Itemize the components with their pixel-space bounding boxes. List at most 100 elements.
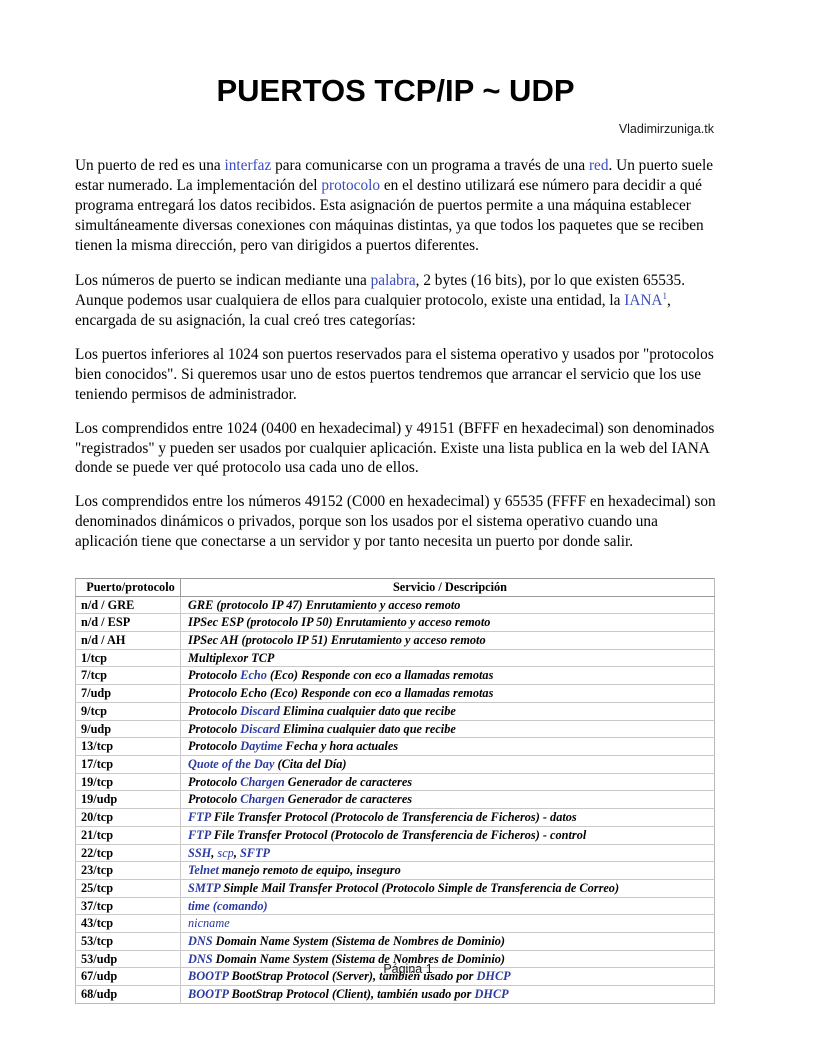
inline-link[interactable]: DNS [188,934,213,948]
cell-service: Protocolo Discard Elimina cualquier dato… [180,720,715,739]
document-body: PUERTOS TCP/IP ~ UDP Vladimirzuniga.tk U… [75,0,716,1004]
inline-text: BootStrap Protocol (Client), también usa… [228,987,475,1002]
inline-link[interactable]: protocolo [321,177,380,194]
inline-text: para comunicarse con un programa a travé… [271,157,589,175]
table-row: 37/tcp time (comando) [75,897,715,916]
cell-port: 7/tcp [75,666,181,686]
cell-service: Quote of the Day (Cita del Día) [180,755,715,774]
cell-service: DNS Domain Name System (Sistema de Nombr… [180,932,715,951]
table-row: 19/udp Protocolo Chargen Generador de car… [75,790,715,810]
table-row: 9/udp Protocolo Discard Elimina cualquier… [75,720,715,739]
inline-link[interactable]: palabra [371,272,416,289]
inline-text: File Transfer Protocol (Protocolo de Tra… [210,810,577,825]
paragraph-list: Un puerto de red es una interfaz para co… [75,156,716,552]
cell-port: 20/tcp [75,808,181,827]
column-header-port: Puerto/protocolo [75,578,181,597]
table-row: 43/tcp nicname [75,914,715,934]
inline-text: IPSec AH (protocolo IP 51) Enrutamiento … [188,633,486,648]
inline-link[interactable]: IANA [624,292,662,309]
table-row: 53/tcp DNS Domain Name System (Sistema de… [75,932,715,951]
cell-port: 13/tcp [75,737,181,756]
inline-link[interactable]: SSH [188,846,211,860]
inline-link[interactable]: Quote of the Day [188,757,274,771]
inline-text: Los puertos inferiores al 1024 son puert… [75,346,714,403]
paragraph-p5: Los comprendidos entre los números 49152… [75,492,716,552]
column-header-service: Servicio / Descripción [180,578,715,597]
cell-port: 25/tcp [75,879,181,898]
cell-port: 43/tcp [75,914,181,934]
table-row: n/d / AH IPSec AH (protocolo IP 51) Enrut… [75,631,715,650]
cell-service: GRE (protocolo IP 47) Enrutamiento y acc… [180,596,715,615]
inline-link[interactable]: BOOTP [188,987,229,1001]
cell-port: 9/tcp [75,702,181,721]
inline-link[interactable]: SFTP [240,846,270,860]
cell-service: BOOTP BootStrap Protocol (Client), tambi… [181,986,715,1004]
inline-text: Protocolo [188,668,241,683]
inline-link[interactable]: nicname [188,916,230,930]
page-title: PUERTOS TCP/IP ~ UDP [216,73,575,108]
table-row: 68/udp BOOTP BootStrap Protocol (Client),… [75,985,715,1004]
inline-text: File Transfer Protocol (Protocolo de Tra… [210,827,587,842]
inline-text: Multiplexor TCP [188,650,275,665]
cell-service: Protocolo Chargen Generador de caractere… [180,790,715,810]
inline-link[interactable]: Chargen [240,775,284,789]
inline-text: Generador de caracteres [284,774,413,789]
inline-text: Protocolo Echo (Eco) Responde con eco a … [188,686,494,701]
table-header-row: Puerto/protocolo Servicio / Descripción [75,578,715,597]
inline-text: Domain Name System (Sistema de Nombres d… [212,934,505,949]
table-row: 7/tcp Protocolo Echo (Eco) Responde con e… [75,666,715,686]
inline-link[interactable]: SMTP [188,881,220,895]
inline-text: Un puerto de red es una [75,157,225,175]
inline-link[interactable]: Echo [240,668,267,682]
cell-port: 19/udp [75,790,181,810]
inline-link[interactable]: Discard [240,722,280,736]
inline-link[interactable]: interfaz [225,157,272,174]
table-row: 17/tcp Quote of the Day (Cita del Día) [75,755,715,774]
inline-text: Generador de caracteres [284,792,413,807]
table-row: 9/tcp Protocolo Discard Elimina cualquier… [75,702,715,721]
cell-port: 37/tcp [75,897,181,916]
table-row: 13/tcp Protocolo Daytime Fecha y hora act… [75,737,715,756]
cell-port: 22/tcp [75,844,181,863]
table-row: 22/tcp SSH, scp, SFTP [75,844,715,863]
inline-link[interactable]: red [589,157,609,174]
inline-text: manejo remoto de equipo, inseguro [218,863,401,878]
cell-port: n/d / GRE [75,596,181,615]
cell-service: Protocolo Daytime Fecha y hora actuales [180,737,715,756]
table-row: 21/tcp FTP File Transfer Protocol (Protoc… [75,826,715,845]
inline-text: Protocolo [188,721,241,736]
inline-text: Los comprendidos entre los números 49152… [75,493,716,551]
table-row: 20/tcp FTP File Transfer Protocol (Protoc… [75,808,715,827]
cell-service: FTP File Transfer Protocol (Protocolo de… [180,808,715,827]
cell-port: 1/tcp [75,649,181,668]
cell-port: n/d / ESP [75,613,181,633]
inline-link[interactable]: Discard [240,704,280,718]
ports-table: Puerto/protocolo Servicio / Descripción … [75,577,715,1004]
inline-text: Protocolo [188,703,241,718]
inline-text: IPSec ESP (protocolo IP 50) Enrutamiento… [188,615,491,630]
table-row: n/d / GRE GRE (protocolo IP 47) Enrutamie… [75,596,715,615]
table-row: 1/tcp Multiplexor TCP [75,649,715,668]
inline-link[interactable]: Telnet [188,863,219,877]
cell-service: Multiplexor TCP [180,649,715,668]
paragraph-p2: Los números de puerto se indican mediant… [75,271,716,331]
inline-text: Elimina cualquier dato que recibe [279,721,456,736]
inline-link[interactable]: time (comando) [188,899,268,913]
inline-link[interactable]: scp [217,846,233,860]
inline-text: Protocolo [188,792,241,807]
cell-service: SSH, scp, SFTP [180,844,715,863]
cell-service: IPSec ESP (protocolo IP 50) Enrutamiento… [180,613,715,633]
table-row: 7/udp Protocolo Echo (Eco) Responde con e… [75,684,715,703]
inline-text: Elimina cualquier dato que recibe [279,703,456,718]
inline-link[interactable]: FTP [188,810,211,824]
cell-port: 53/tcp [75,932,181,951]
inline-link[interactable]: Daytime [240,739,282,753]
cell-service: FTP File Transfer Protocol (Protocolo de… [180,826,715,845]
inline-link[interactable]: FTP [188,828,211,842]
table-row: n/d / ESP IPSec ESP (protocolo IP 50) Enr… [75,613,715,633]
inline-link[interactable]: Chargen [240,792,284,806]
document-page: PUERTOS TCP/IP ~ UDP Vladimirzuniga.tk U… [0,0,816,1056]
cell-port: 23/tcp [75,861,181,880]
inline-text: (Eco) Responde con eco a llamadas remota… [266,668,494,683]
inline-link[interactable]: DHCP [475,987,509,1001]
